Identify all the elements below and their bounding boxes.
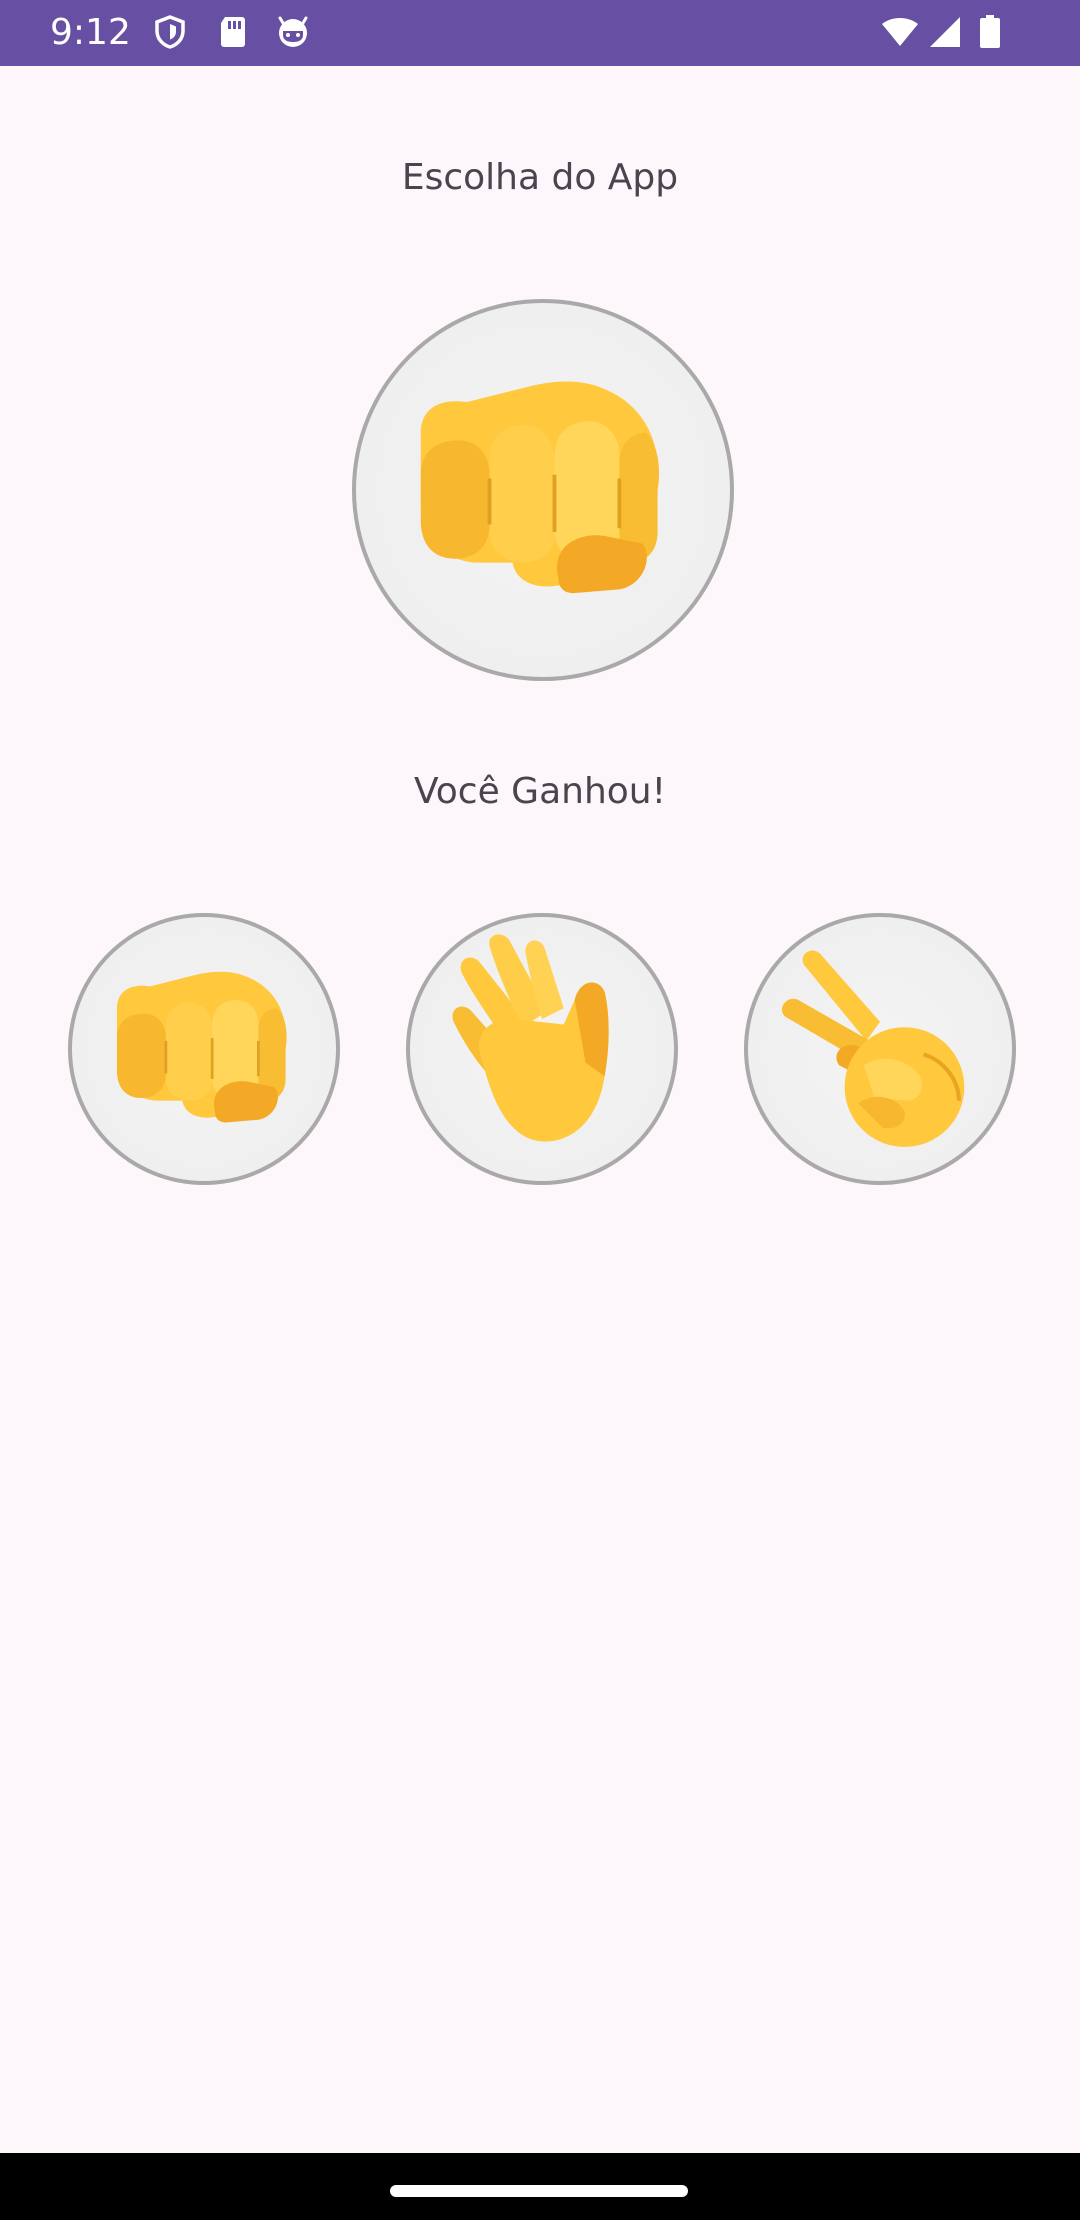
wifi-icon	[882, 18, 918, 46]
status-bar: 9:12	[0, 0, 1080, 66]
home-gesture-handle[interactable]	[390, 2185, 688, 2197]
fist-icon	[420, 381, 660, 594]
open-hand-icon	[452, 934, 609, 1142]
option-scissors-button[interactable]	[744, 913, 1016, 1185]
status-time: 9:12	[50, 12, 131, 53]
option-rock-button[interactable]	[68, 913, 340, 1185]
fist-icon	[116, 971, 287, 1123]
shield-icon	[155, 15, 185, 49]
option-paper-button[interactable]	[406, 913, 678, 1185]
sd-card-icon	[221, 17, 245, 47]
android-face-icon	[278, 16, 308, 47]
signal-icon	[930, 17, 960, 47]
victory-hand-icon	[781, 950, 965, 1147]
app-choice-heading: Escolha do App	[401, 157, 679, 198]
battery-icon	[980, 15, 1000, 48]
app-choice-image	[352, 299, 734, 681]
result-text: Você Ganhou!	[413, 771, 667, 812]
